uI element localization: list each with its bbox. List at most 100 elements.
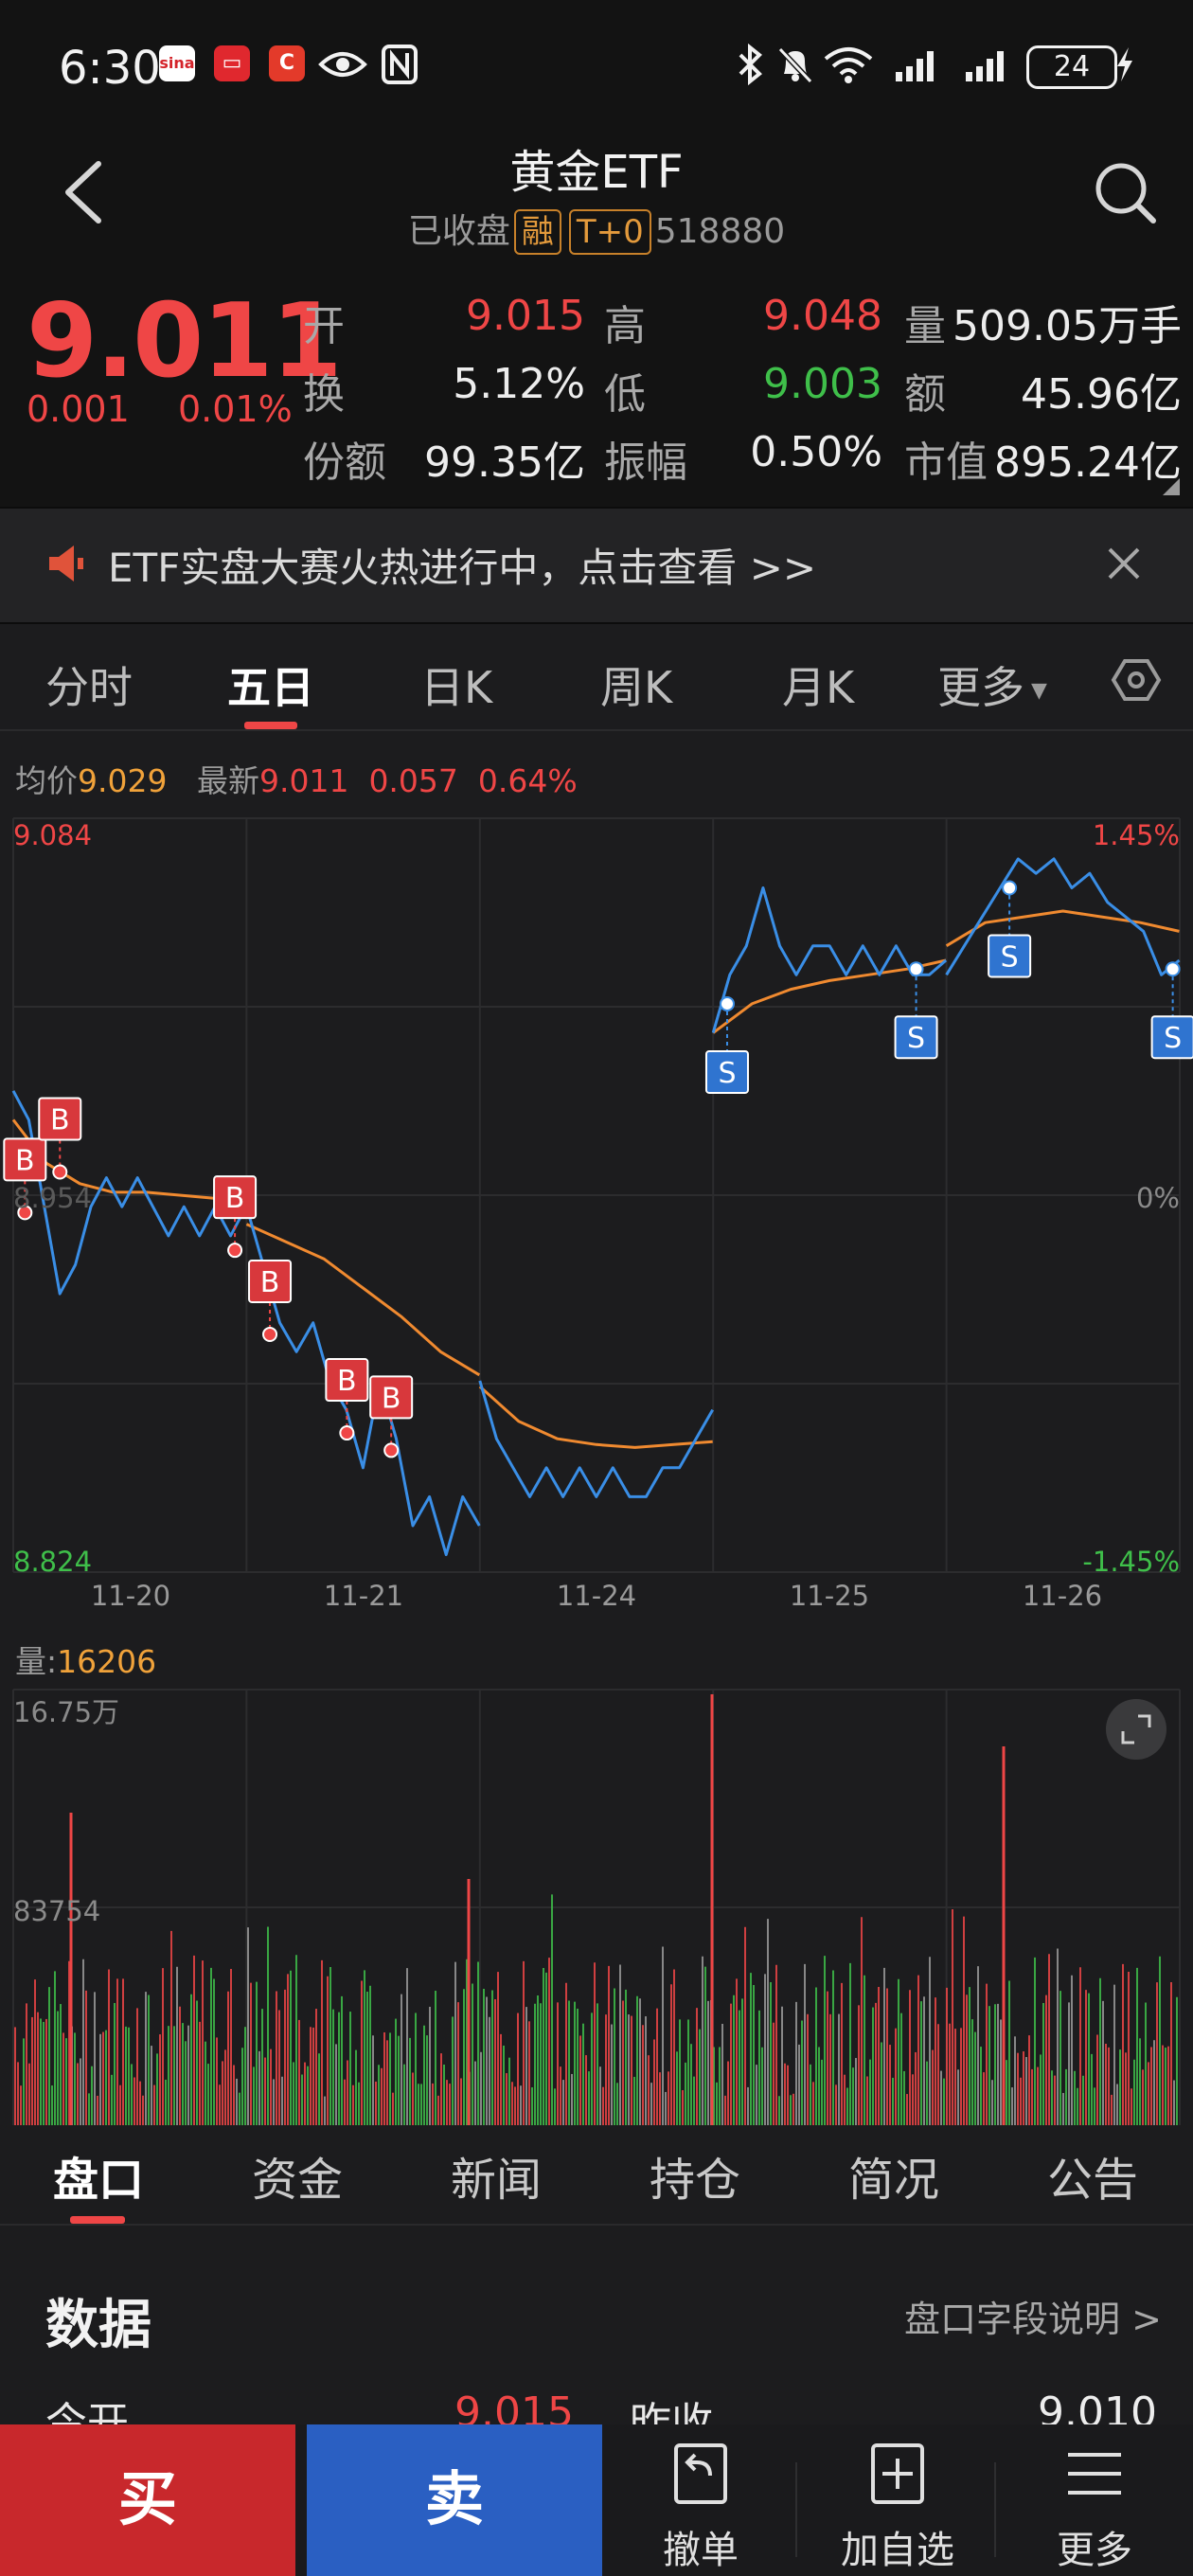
x-tick-4: 11-25 [790, 1580, 869, 1610]
close-icon[interactable] [1100, 540, 1148, 587]
marker-dot [262, 1326, 278, 1342]
turnover-label: 换 [303, 370, 345, 419]
amount-value: 45.96亿 [1021, 370, 1182, 419]
x-tick-1: 11-20 [91, 1580, 170, 1610]
security-code: 518880 [654, 212, 786, 251]
open-label: 开 [303, 302, 345, 350]
sell-marker-10[interactable]: S [1150, 961, 1193, 1060]
marker-label: B [225, 1182, 245, 1215]
security-subtitle: 已收盘融 T+0 518880 [0, 204, 1193, 255]
y-label-top-right: 1.45% [1093, 819, 1180, 851]
x-tick-2: 11-21 [324, 1580, 403, 1610]
divider [795, 2462, 797, 2557]
add-square-icon [871, 2443, 924, 2504]
volume-value: 509.05万手 [953, 302, 1182, 350]
latest-value: 9.011 [258, 762, 349, 799]
shares-label: 份额 [303, 438, 386, 487]
buy-marker-6[interactable]: B [369, 1375, 414, 1458]
marker-label: S [1164, 1022, 1182, 1055]
sell-button[interactable]: 卖 [307, 2424, 602, 2576]
tab-funds[interactable]: 资金 [252, 2142, 343, 2209]
price-line-day-5 [945, 857, 1181, 976]
shares-value: 99.35亿 [424, 438, 585, 487]
battery-icon: 24 [1026, 45, 1117, 89]
data-section-title: 数据 [45, 2295, 151, 2356]
sell-marker-8[interactable]: S [894, 961, 938, 1060]
buy-marker-5[interactable]: B [325, 1358, 369, 1441]
chevron-down-icon: ▼ [1024, 679, 1047, 703]
menu-icon [1068, 2453, 1121, 2495]
sina-icon: sina [159, 45, 195, 81]
page-title: 黄金ETF [509, 146, 684, 199]
margin-tag: 融 [513, 209, 561, 255]
expand-corner-icon[interactable] [1163, 478, 1180, 495]
cancel-order-label: 撤单 [663, 2529, 739, 2572]
marker-dot [227, 1243, 243, 1259]
tab-five-day[interactable]: 五日 [227, 653, 314, 716]
tab-daily-k[interactable]: 日K [420, 653, 492, 716]
info-tab-bar [0, 2129, 1193, 2226]
marker-dot [52, 1164, 68, 1180]
market-cap-value: 895.24亿 [994, 438, 1182, 487]
avg-price-value: 9.029 [78, 762, 168, 799]
add-watchlist-button[interactable]: 加自选 [803, 2424, 992, 2576]
marker-label: B [50, 1104, 70, 1137]
amplitude-value: 0.50% [750, 428, 882, 476]
tab-news[interactable]: 新闻 [451, 2142, 542, 2209]
banner-text[interactable]: ETF实盘大赛火热进行中，点击查看 >> [108, 536, 816, 594]
red-app-icon: ▭ [214, 45, 250, 81]
market-cap-label: 市值 [904, 438, 988, 487]
high-value: 9.048 [763, 292, 882, 340]
cancel-order-button[interactable]: 撤单 [606, 2424, 795, 2576]
low-value: 9.003 [763, 360, 882, 408]
turnover-value: 5.12% [453, 360, 585, 408]
marker-label: B [260, 1266, 280, 1299]
c-app-icon: C [269, 45, 305, 81]
fullscreen-icon[interactable] [1106, 1699, 1166, 1760]
more-menu-button[interactable]: 更多 [1000, 2424, 1189, 2576]
tab-profile[interactable]: 简况 [848, 2142, 939, 2209]
buy-marker-3[interactable]: B [213, 1175, 258, 1259]
volume-label: 量 [904, 302, 946, 350]
divider [994, 2462, 996, 2557]
speaker-icon [45, 542, 89, 585]
tab-more[interactable]: 更多 ▼ [937, 653, 1047, 716]
buy-button[interactable]: 买 [0, 2424, 295, 2576]
average-line-day-3 [478, 1385, 713, 1449]
y-label-mid-left: 8.954 [13, 1182, 92, 1214]
latest-change-pct: 0.64% [477, 762, 578, 799]
marker-label: B [15, 1144, 35, 1177]
amount-label: 额 [904, 370, 946, 419]
tab-order-book[interactable]: 盘口 [53, 2142, 144, 2209]
field-description-link[interactable]: 盘口字段说明 > [904, 2290, 1162, 2342]
active-tab-indicator [244, 722, 297, 729]
price-line-day-3 [478, 1380, 715, 1498]
marker-label: S [907, 1022, 925, 1055]
tab-monthly-k[interactable]: 月K [782, 653, 854, 716]
latest-label: 最新 [196, 762, 259, 799]
tab-weekly-k[interactable]: 周K [600, 653, 672, 716]
volume-mid-label: 83754 [13, 1895, 100, 1927]
cancel-order-icon [674, 2443, 727, 2504]
open-value: 9.015 [466, 292, 585, 340]
marker-label: S [1001, 940, 1019, 974]
y-label-mid-right: 0% [1136, 1182, 1180, 1214]
marker-dot [339, 1425, 355, 1441]
five-day-price-chart[interactable]: BBBBBBSSSS 9.084 8.954 8.824 1.45% 0% -1… [0, 796, 1193, 1610]
active-info-tab-indicator [70, 2216, 125, 2224]
tab-intraday[interactable]: 分时 [45, 653, 133, 716]
latest-change: 0.057 [368, 762, 458, 799]
price-line-day-4 [711, 886, 948, 1034]
marker-dot [383, 1442, 400, 1458]
y-label-bottom-left: 8.824 [13, 1546, 92, 1578]
search-icon[interactable] [1089, 156, 1160, 227]
marker-label: S [718, 1057, 736, 1090]
more-menu-label: 更多 [1057, 2529, 1132, 2572]
tab-holdings[interactable]: 持仓 [650, 2142, 740, 2209]
y-label-top-left: 9.084 [13, 819, 92, 851]
tab-more-label: 更多 [937, 662, 1024, 713]
tab-announcements[interactable]: 公告 [1047, 2142, 1138, 2209]
volume-chart[interactable]: 16.75万 83754 [0, 1610, 1193, 2129]
marker-label: B [382, 1382, 401, 1415]
high-label: 高 [604, 302, 646, 350]
